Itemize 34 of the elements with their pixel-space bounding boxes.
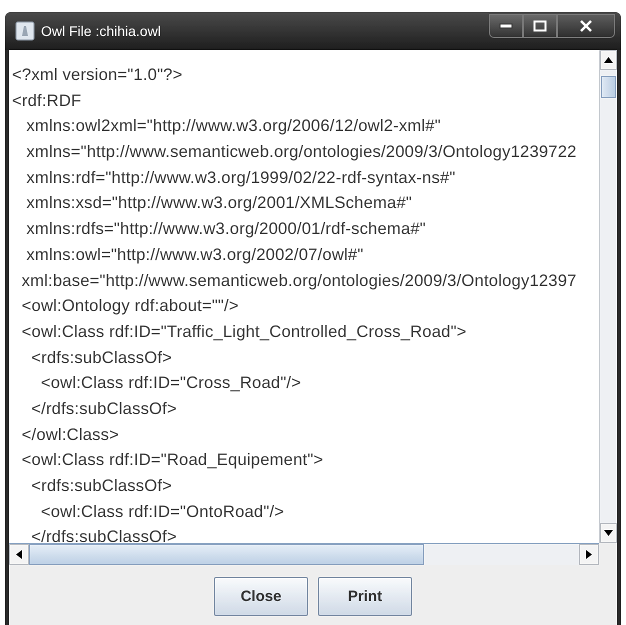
code-line: <rdf:RDF <box>12 90 82 112</box>
minimize-icon <box>499 22 513 30</box>
code-line: <owl:Ontology rdf:about=""/> <box>20 295 240 318</box>
code-line: </owl:Class> <box>20 424 120 446</box>
text-area[interactable] <box>9 50 599 543</box>
code-line: <owl:Class rdf:ID="Cross_Road"/> <box>40 372 302 394</box>
code-line: <rdfs:subClassOf> <box>30 475 174 497</box>
code-line: xmlns:owl2xml="http://www.w3.org/2006/12/owl2-xml#" <box>25 115 442 138</box>
maximize-icon <box>533 20 547 32</box>
code-line: <rdfs:subClassOf> <box>30 346 174 369</box>
code-line: </rdfs:subClassOf> <box>30 526 178 543</box>
code-line: xmlns:owl="http://www.w3.org/2002/07/owl#" <box>25 244 364 266</box>
maximize-button[interactable] <box>523 14 557 38</box>
dialog-button[interactable]: Close <box>214 577 308 616</box>
code-line: <?xml version="1.0"?> <box>12 64 184 86</box>
code-line: xml:base="http://www.semanticweb.org/ontologies/2009/3/Ontology12397 <box>20 270 578 292</box>
horizontal-scrollbar[interactable] <box>9 543 599 565</box>
code-line: <owl:Class rdf:ID="OntoRoad"/> <box>40 500 286 523</box>
code-line: xmlns:rdfs="http://www.w3.org/2000/01/rdf-schema#" <box>25 218 427 240</box>
code-line: xmlns="http://www.semanticweb.org/ontologies/2009/3/Ontology1239722 <box>25 141 578 164</box>
code-line: xmlns:xsd="http://www.w3.org/2001/XMLSchema#" <box>25 192 413 214</box>
scroll-thumb[interactable] <box>601 76 616 98</box>
vertical-scrollbar[interactable] <box>599 50 617 543</box>
minimize-button[interactable] <box>489 14 523 38</box>
app-icon <box>15 21 35 41</box>
dialog-button[interactable]: Print <box>318 577 412 616</box>
code-line: xmlns:rdf="http://www.w3.org/1999/02/22-rdf-syntax-ns#" <box>25 166 456 189</box>
code-line: </rdfs:subClassOf> <box>30 398 178 420</box>
window-title: Owl File :chihia.owl <box>41 23 162 39</box>
close-icon <box>579 20 593 32</box>
close-button[interactable] <box>557 14 615 38</box>
code-line: <owl:Class rdf:ID="Road_Equipement"> <box>20 449 324 472</box>
scroll-thumb[interactable] <box>29 544 424 565</box>
code-line: <owl:Class rdf:ID="Traffic_Light_Controlled_Cross_Road"> <box>20 320 468 343</box>
